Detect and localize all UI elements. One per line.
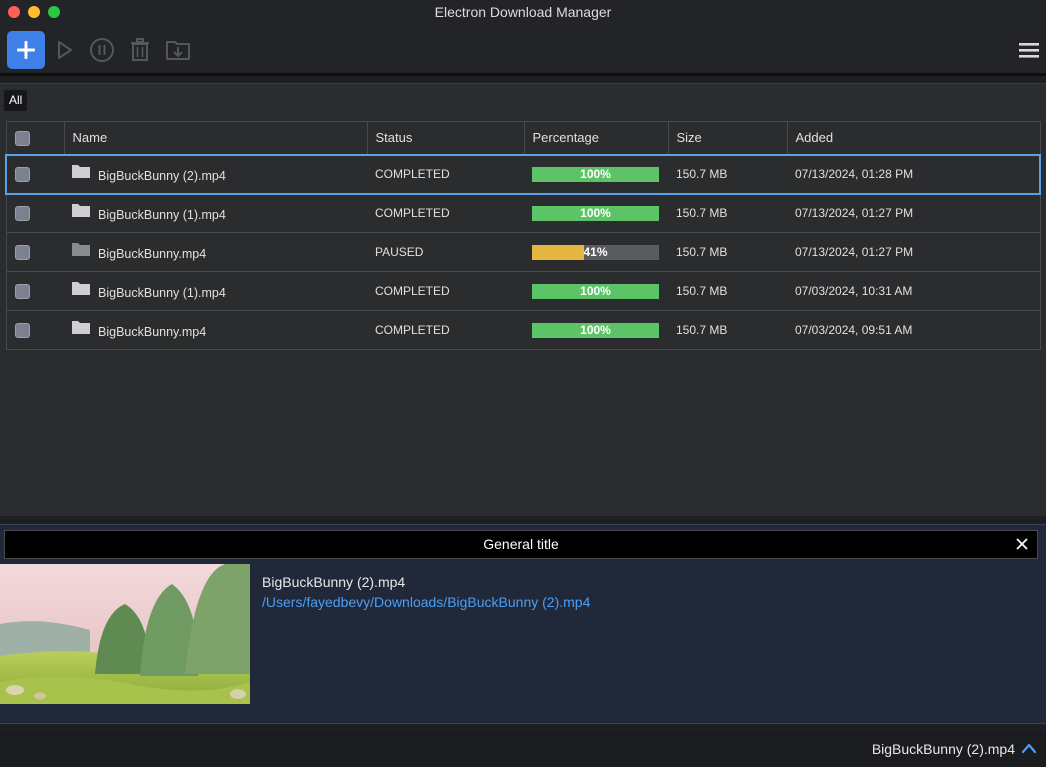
- progress-label: 100%: [580, 322, 611, 337]
- row-percentage-cell: 100%: [524, 310, 668, 350]
- download-folder-icon: [166, 41, 190, 60]
- select-all-checkbox[interactable]: [14, 130, 30, 146]
- folder-icon: [72, 243, 90, 256]
- progress-label: 100%: [580, 283, 611, 298]
- row-select-cell: [5, 193, 64, 233]
- row-size: 150.7 MB: [668, 310, 787, 350]
- row-checkbox[interactable]: [15, 166, 30, 182]
- table-row[interactable]: BigBuckBunny (2).mp4 COMPLETED 100% 150.7 M…: [5, 153, 1041, 195]
- row-size: 150.7 MB: [668, 153, 787, 195]
- pause-icon: [90, 38, 114, 62]
- row-size: 150.7 MB: [668, 271, 787, 311]
- header-select-all: [5, 121, 65, 155]
- progress-bar: 100%: [532, 166, 659, 182]
- status-bar: BigBuckBunny (2).mp4: [0, 730, 1046, 767]
- row-added: 07/13/2024, 01:27 PM: [787, 193, 1041, 233]
- header-name[interactable]: Name: [63, 121, 368, 155]
- details-file-name: BigBuckBunny (2).mp4: [262, 574, 406, 590]
- downloads-table: Name Status Percentage Size Added BigBuc…: [5, 121, 1041, 350]
- progress-bar: 100%: [532, 283, 659, 299]
- row-select-cell: [5, 153, 64, 195]
- pause-button[interactable]: [89, 37, 115, 63]
- row-checkbox[interactable]: [14, 322, 30, 338]
- header-added[interactable]: Added: [786, 121, 1041, 155]
- close-icon[interactable]: [1015, 537, 1029, 551]
- row-name-cell: BigBuckBunny (1).mp4: [64, 271, 367, 311]
- header-size[interactable]: Size: [667, 121, 788, 155]
- row-select-cell: [5, 310, 64, 350]
- row-file-name: BigBuckBunny.mp4: [98, 247, 207, 261]
- row-select-cell: [5, 271, 64, 311]
- progress-label: 100%: [580, 205, 611, 220]
- main-menu-button[interactable]: [1018, 39, 1040, 61]
- row-name-cell: BigBuckBunny (2).mp4: [64, 153, 367, 195]
- folder-icon: [72, 204, 90, 218]
- title-bar: Electron Download Manager: [0, 0, 1046, 24]
- hamburger-menu-icon: [1019, 43, 1039, 58]
- row-percentage-cell: 100%: [524, 153, 668, 195]
- delete-button[interactable]: [127, 37, 153, 63]
- details-panel: General title BigBuckBunny (2).mp4 /User…: [0, 524, 1046, 724]
- window-title: Electron Download Manager: [434, 4, 612, 20]
- row-percentage-cell: 100%: [524, 271, 668, 311]
- open-downloads-folder-button[interactable]: [165, 37, 191, 63]
- row-status: COMPLETED: [367, 193, 524, 233]
- header-status[interactable]: Status: [366, 121, 525, 155]
- table-header-row: Name Status Percentage Size Added: [5, 121, 1041, 155]
- table-row[interactable]: BigBuckBunny (1).mp4 COMPLETED 100% 150.7 M…: [5, 271, 1041, 311]
- folder-icon: [72, 321, 90, 334]
- row-status: COMPLETED: [367, 153, 524, 195]
- folder-icon: [72, 282, 90, 295]
- row-added: 07/03/2024, 10:31 AM: [787, 271, 1041, 311]
- table-row[interactable]: BigBuckBunny.mp4 PAUSED 41% 150.7 MB 07/13/2…: [5, 232, 1041, 272]
- row-name-cell: BigBuckBunny.mp4: [64, 232, 367, 272]
- row-name-cell: BigBuckBunny.mp4: [64, 310, 367, 350]
- row-checkbox[interactable]: [14, 283, 30, 299]
- row-checkbox[interactable]: [14, 205, 30, 221]
- details-title: General title: [483, 536, 559, 552]
- row-checkbox[interactable]: [14, 244, 30, 260]
- progress-label: 100%: [580, 166, 611, 181]
- filter-tab-all[interactable]: All: [4, 90, 28, 111]
- row-select-cell: [5, 232, 64, 272]
- row-added: 07/13/2024, 01:28 PM: [787, 153, 1041, 195]
- progress-bar: 100%: [532, 205, 659, 221]
- row-file-name: BigBuckBunny (1).mp4: [98, 208, 226, 223]
- row-percentage-cell: 100%: [524, 193, 668, 233]
- details-header: General title: [4, 530, 1038, 559]
- row-percentage-cell: 41%: [524, 232, 668, 272]
- row-added: 07/03/2024, 09:51 AM: [787, 310, 1041, 350]
- play-icon: [58, 41, 72, 59]
- plus-icon: [17, 41, 35, 59]
- details-file-path-link[interactable]: /Users/fayedbevy/Downloads/BigBuckBunny …: [262, 594, 590, 610]
- row-status: COMPLETED: [367, 271, 524, 311]
- row-status: COMPLETED: [367, 310, 524, 350]
- row-file-name: BigBuckBunny (2).mp4: [98, 169, 226, 183]
- row-file-name: BigBuckBunny.mp4: [98, 325, 207, 339]
- video-thumbnail: [0, 564, 250, 704]
- chevron-up-icon[interactable]: [1021, 741, 1037, 755]
- table-row[interactable]: BigBuckBunny (1).mp4 COMPLETED 100% 150.7 M…: [5, 193, 1041, 233]
- status-file-name[interactable]: BigBuckBunny (2).mp4: [872, 741, 1015, 757]
- progress-bar: 41%: [532, 244, 659, 260]
- toolbar: [0, 24, 1046, 76]
- header-percentage[interactable]: Percentage: [523, 121, 669, 155]
- row-file-name: BigBuckBunny (1).mp4: [98, 286, 226, 300]
- trash-icon: [131, 38, 149, 61]
- row-size: 150.7 MB: [668, 232, 787, 272]
- row-size: 150.7 MB: [668, 193, 787, 233]
- row-name-cell: BigBuckBunny (1).mp4: [64, 193, 367, 233]
- row-status: PAUSED: [367, 232, 524, 272]
- resume-button[interactable]: [51, 37, 77, 63]
- table-row[interactable]: BigBuckBunny.mp4 COMPLETED 100% 150.7 MB 07/…: [5, 310, 1041, 350]
- progress-label: 41%: [583, 244, 608, 259]
- downloads-panel: All Name Status Percentage Size Added Bi…: [0, 83, 1046, 516]
- progress-bar: 100%: [532, 322, 659, 338]
- folder-icon: [72, 165, 90, 178]
- row-added: 07/13/2024, 01:27 PM: [787, 232, 1041, 272]
- add-download-button[interactable]: [7, 31, 45, 69]
